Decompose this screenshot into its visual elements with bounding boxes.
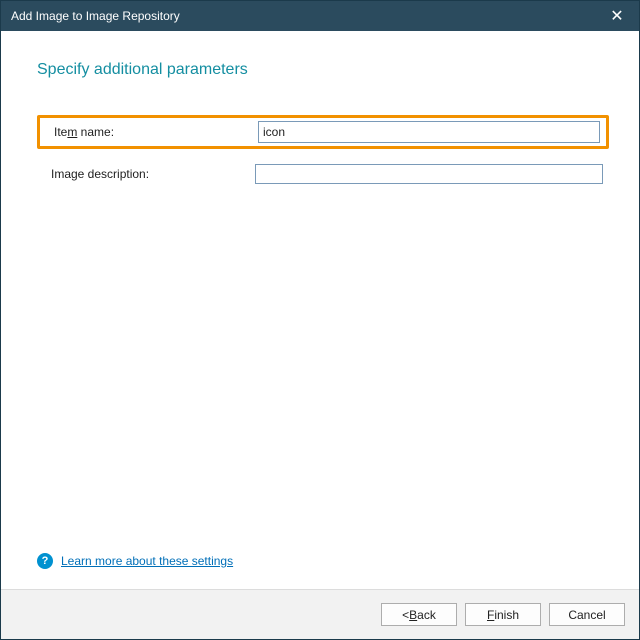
back-button[interactable]: < Back (381, 603, 457, 626)
titlebar: Add Image to Image Repository ✕ (1, 1, 639, 31)
item-name-label: Item name: (40, 125, 258, 139)
dialog-window: Add Image to Image Repository ✕ Specify … (0, 0, 640, 640)
help-row: ? Learn more about these settings (37, 553, 233, 569)
button-bar: < Back Finish Cancel (1, 589, 639, 639)
close-icon: ✕ (610, 6, 623, 26)
content-area: Specify additional parameters Item name:… (1, 31, 639, 589)
item-name-input[interactable] (258, 121, 600, 143)
item-name-input-wrap (258, 121, 606, 143)
item-name-row: Item name: (37, 115, 609, 149)
image-description-label: Image description: (37, 167, 255, 181)
form: Item name: Image description: (37, 115, 609, 191)
help-link[interactable]: Learn more about these settings (61, 554, 233, 568)
finish-button[interactable]: Finish (465, 603, 541, 626)
window-title: Add Image to Image Repository (11, 9, 180, 23)
help-icon: ? (37, 553, 53, 569)
image-description-row: Image description: (37, 157, 609, 191)
image-description-input-wrap (255, 164, 609, 184)
cancel-button[interactable]: Cancel (549, 603, 625, 626)
image-description-input[interactable] (255, 164, 603, 184)
page-heading: Specify additional parameters (37, 61, 609, 79)
close-button[interactable]: ✕ (595, 1, 639, 31)
